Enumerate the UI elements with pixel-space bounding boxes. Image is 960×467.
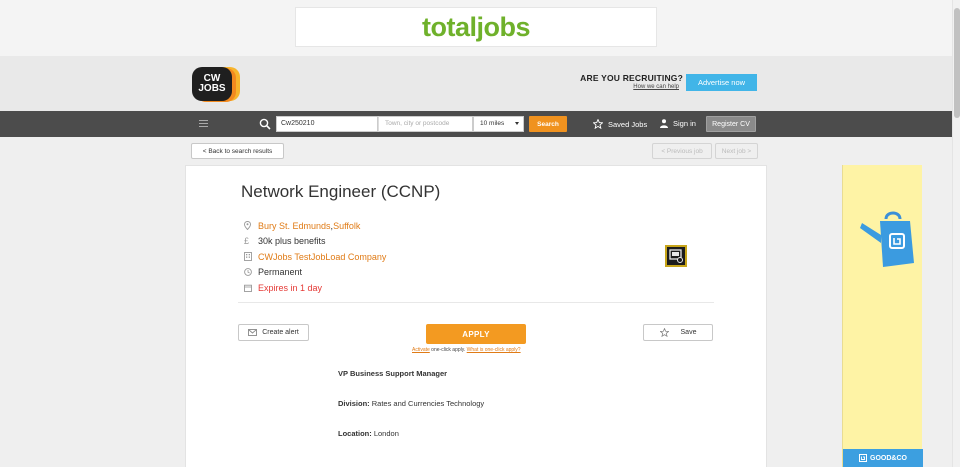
search-navbar: Cw250210 Town, city or postcode 10 miles…: [0, 111, 952, 137]
saved-jobs-link[interactable]: Saved Jobs: [593, 119, 647, 129]
calendar-icon: [244, 284, 252, 292]
divider: [238, 302, 714, 303]
search-button[interactable]: Search: [529, 116, 567, 132]
create-alert-label: Create alert: [262, 329, 299, 336]
job-location-county-link[interactable]: Suffolk: [333, 221, 360, 231]
back-to-results-button[interactable]: < Back to search results: [191, 143, 284, 159]
menu-icon[interactable]: [199, 120, 208, 127]
totaljobs-logo: totaljobs: [422, 11, 531, 42]
job-location-row: Bury St. Edmunds, Suffolk: [244, 218, 386, 234]
save-label: Save: [680, 329, 697, 336]
job-expiry-row: Expires in 1 day: [244, 280, 386, 296]
side-ad-brand: GOOD&CO: [870, 454, 907, 462]
saved-jobs-label: Saved Jobs: [608, 119, 648, 129]
company-logo-icon: [669, 249, 683, 263]
job-location-town-link[interactable]: Bury St. Edmunds: [258, 221, 331, 231]
user-icon: [660, 119, 668, 128]
division-value: Rates and Currencies Technology: [369, 399, 485, 408]
job-salary: 30k plus benefits: [258, 236, 326, 247]
activate-one-click-link[interactable]: Activate: [412, 347, 430, 353]
page-scrollbar[interactable]: [952, 0, 960, 467]
keyword-input[interactable]: Cw250210: [276, 116, 378, 132]
star-icon: [593, 119, 603, 129]
job-detail-card: Network Engineer (CCNP) Bury St. Edmunds…: [185, 165, 767, 467]
previous-job-button[interactable]: < Previous job: [652, 143, 712, 159]
job-type-row: Permanent: [244, 265, 386, 281]
job-salary-row: £ 30k plus benefits: [244, 234, 386, 250]
goodandco-logo-icon: [859, 454, 868, 462]
radius-value: 10 miles: [480, 120, 505, 127]
location-label: Location:: [338, 429, 372, 438]
scrollbar-thumb[interactable]: [954, 8, 960, 118]
top-ad-band: totaljobs: [0, 0, 952, 56]
job-expiry: Expires in 1 day: [258, 282, 323, 293]
watering-can-icon: [860, 211, 914, 267]
division-label: Division:: [338, 399, 370, 408]
star-icon: [659, 328, 669, 337]
building-icon: [244, 252, 252, 262]
logo-text-jobs: JOBS: [198, 83, 226, 94]
site-header: CW JOBS ARE YOU RECRUITING? How we can h…: [0, 56, 952, 111]
create-alert-button[interactable]: Create alert: [238, 324, 309, 341]
location-pin-icon: [244, 221, 251, 231]
cwjobs-logo[interactable]: CW JOBS: [192, 65, 242, 103]
envelope-icon: [248, 329, 258, 336]
search-icon: [259, 118, 271, 130]
advertise-now-button[interactable]: Advertise now: [686, 74, 757, 91]
apply-button[interactable]: APPLY: [426, 324, 526, 344]
side-ad-footer: GOOD&CO: [843, 449, 923, 467]
sign-in-label: Sign in: [673, 119, 696, 128]
job-title: Network Engineer (CCNP): [241, 182, 441, 201]
company-link[interactable]: CWJobs TestJobLoad Company: [258, 252, 386, 262]
company-logo[interactable]: [665, 245, 687, 267]
radius-select[interactable]: 10 miles: [473, 116, 524, 132]
job-type: Permanent: [258, 267, 303, 278]
totaljobs-ad-banner[interactable]: totaljobs: [295, 7, 657, 47]
one-click-apply-note: Activate one-click apply. What is one-cl…: [412, 347, 521, 353]
chevron-down-icon: [515, 122, 519, 125]
save-job-button[interactable]: Save: [643, 324, 713, 341]
how-we-can-help-link[interactable]: How we can help: [580, 84, 679, 90]
job-company-row: CWJobs TestJobLoad Company: [244, 249, 386, 265]
what-is-one-click-link[interactable]: What is one-click apply?: [467, 347, 521, 353]
pound-icon: £: [244, 236, 250, 247]
next-job-button[interactable]: Next job >: [715, 143, 758, 159]
recruiting-promo: ARE YOU RECRUITING? How we can help: [580, 73, 683, 90]
recruiting-title: ARE YOU RECRUITING?: [580, 73, 683, 83]
sign-in-link[interactable]: Sign in: [660, 119, 696, 128]
job-description: VP Business Support Manager Division: Ra…: [338, 369, 484, 459]
role-heading: VP Business Support Manager: [338, 369, 448, 378]
side-ad-goodandco[interactable]: GOOD&CO: [842, 165, 923, 467]
one-click-text: one-click apply.: [429, 347, 467, 353]
location-value: London: [371, 429, 399, 438]
location-input[interactable]: Town, city or postcode: [378, 116, 473, 132]
clock-icon: [244, 268, 252, 277]
job-meta-list: Bury St. Edmunds, Suffolk £ 30k plus ben…: [244, 218, 386, 296]
register-cv-button[interactable]: Register CV: [706, 116, 756, 132]
